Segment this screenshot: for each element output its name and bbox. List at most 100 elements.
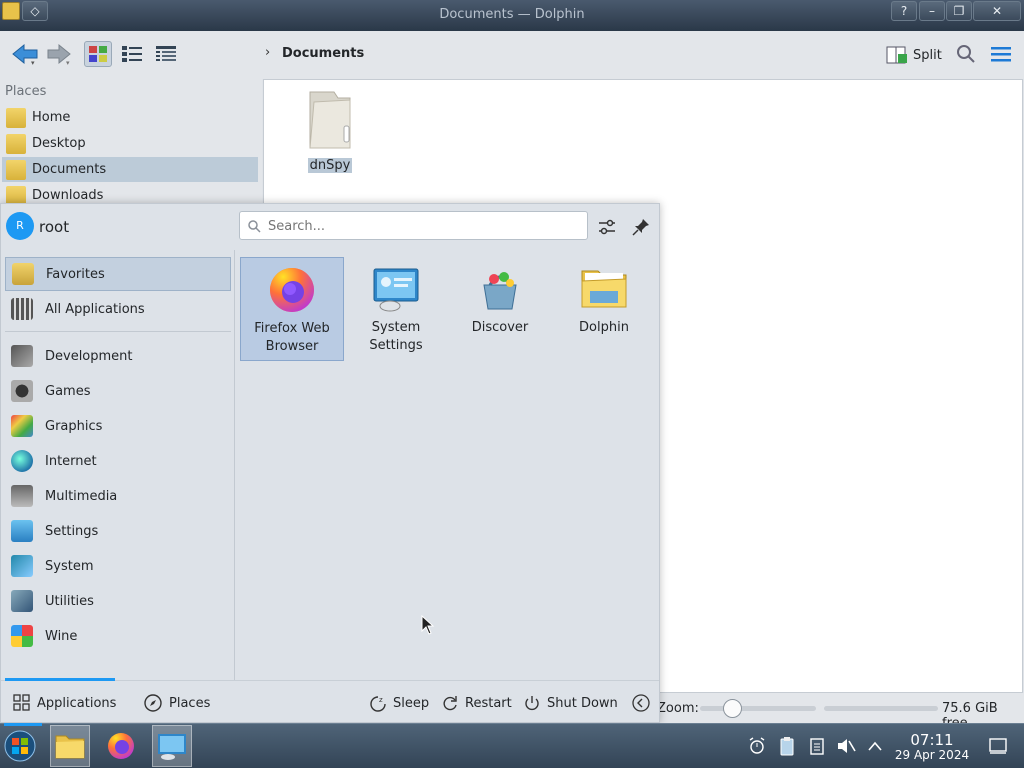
category-games[interactable]: Games bbox=[5, 374, 231, 408]
favorite-system-settings[interactable]: System Settings bbox=[344, 257, 448, 361]
compass-icon bbox=[144, 694, 162, 712]
favorite-label: System Settings bbox=[369, 320, 423, 353]
clock-date[interactable]: 29 Apr 2024 bbox=[890, 748, 974, 762]
category-multimedia[interactable]: Multimedia bbox=[5, 479, 231, 513]
category-wine[interactable]: Wine bbox=[5, 619, 231, 653]
places-item-desktop[interactable]: Desktop bbox=[2, 131, 258, 156]
tab-places[interactable]: Places bbox=[143, 691, 210, 715]
shutdown-button[interactable]: Shut Down bbox=[523, 691, 618, 715]
places-item-label: Documents bbox=[32, 162, 107, 177]
wine-icon bbox=[11, 625, 33, 647]
category-favorites[interactable]: Favorites bbox=[5, 257, 231, 291]
applications-tab-indicator bbox=[5, 678, 115, 681]
category-label: Wine bbox=[45, 628, 78, 644]
avatar[interactable]: R bbox=[6, 212, 34, 240]
icons-view-icon bbox=[89, 46, 107, 62]
breadcrumb[interactable]: Documents bbox=[282, 46, 364, 61]
category-system[interactable]: System bbox=[5, 549, 231, 583]
category-internet[interactable]: Internet bbox=[5, 444, 231, 478]
window-titlebar[interactable]: ◇ Documents — Dolphin ? – ❐ ✕ bbox=[0, 0, 1024, 31]
taskbar: 07:11 29 Apr 2024 bbox=[0, 723, 1024, 768]
sleep-icon: z bbox=[370, 696, 386, 712]
pin-button[interactable] bbox=[631, 217, 651, 241]
restart-button[interactable]: Restart bbox=[441, 691, 512, 715]
back-button[interactable] bbox=[8, 39, 42, 69]
tab-label: Places bbox=[169, 695, 211, 711]
leave-menu-button[interactable] bbox=[631, 691, 657, 715]
maximize-button[interactable]: ❐ bbox=[946, 1, 972, 21]
start-menu-button[interactable] bbox=[0, 725, 40, 767]
clipboard-icon[interactable] bbox=[777, 736, 797, 756]
hamburger-icon bbox=[991, 47, 1011, 62]
search-field[interactable] bbox=[239, 211, 588, 240]
help-button[interactable]: ? bbox=[891, 1, 917, 21]
dolphin-folder-icon bbox=[580, 265, 628, 313]
icons-view-button[interactable] bbox=[84, 41, 112, 67]
zoom-slider-handle[interactable] bbox=[723, 699, 742, 718]
sleep-label: Sleep bbox=[393, 695, 430, 711]
power-icon bbox=[525, 696, 539, 711]
category-label: Development bbox=[45, 348, 133, 364]
places-item-label: Home bbox=[32, 110, 71, 125]
split-button[interactable]: Split bbox=[886, 42, 942, 68]
user-name: root bbox=[39, 218, 70, 236]
alarm-clock-icon[interactable] bbox=[747, 736, 767, 756]
category-utilities[interactable]: Utilities bbox=[5, 584, 231, 618]
pin-icon bbox=[632, 219, 649, 236]
show-desktop-icon[interactable] bbox=[988, 736, 1008, 756]
search-icon bbox=[248, 220, 261, 233]
utilities-icon bbox=[11, 590, 33, 612]
launcher-header: R root bbox=[1, 204, 659, 250]
close-button[interactable]: ✕ bbox=[973, 1, 1021, 21]
sleep-button[interactable]: z Sleep bbox=[369, 691, 429, 715]
file-item[interactable]: dnSpy bbox=[300, 88, 360, 173]
tab-applications[interactable]: Applications bbox=[13, 691, 116, 715]
folder-icon bbox=[309, 91, 351, 149]
task-dolphin[interactable] bbox=[50, 725, 90, 767]
places-heading: Places bbox=[5, 84, 47, 99]
places-panel: Places Home Desktop Documents Downloads bbox=[0, 79, 262, 209]
minimize-button[interactable]: – bbox=[919, 1, 945, 21]
zoom-label: Zoom: bbox=[657, 701, 699, 716]
hamburger-menu-button[interactable] bbox=[990, 45, 1012, 67]
compact-view-button[interactable] bbox=[118, 41, 146, 67]
games-icon bbox=[11, 380, 33, 402]
start-orb-icon bbox=[4, 730, 36, 762]
category-sidebar: Favorites All Applications Development G… bbox=[1, 250, 235, 680]
favorite-firefox[interactable]: Firefox Web Browser bbox=[240, 257, 344, 361]
discover-icon bbox=[476, 265, 524, 313]
forward-dropdown-icon[interactable]: ▾ bbox=[66, 59, 70, 67]
search-button[interactable] bbox=[956, 44, 976, 68]
search-input[interactable] bbox=[268, 217, 578, 235]
back-dropdown-icon[interactable]: ▾ bbox=[31, 59, 35, 67]
multimedia-icon bbox=[11, 485, 33, 507]
details-view-button[interactable] bbox=[152, 41, 180, 67]
notes-icon[interactable] bbox=[807, 736, 827, 756]
free-space-bar bbox=[824, 706, 938, 711]
svg-text:z: z bbox=[379, 696, 383, 704]
show-hidden-icons-icon[interactable] bbox=[865, 736, 885, 756]
system-icon bbox=[11, 555, 33, 577]
favorite-discover[interactable]: Discover bbox=[448, 257, 552, 361]
tab-label: Applications bbox=[37, 695, 117, 711]
zoom-slider-track[interactable] bbox=[700, 706, 816, 711]
clock-time[interactable]: 07:11 bbox=[890, 732, 974, 748]
task-system-settings[interactable] bbox=[152, 725, 192, 767]
places-item-documents[interactable]: Documents bbox=[2, 157, 258, 182]
category-graphics[interactable]: Graphics bbox=[5, 409, 231, 443]
category-settings[interactable]: Settings bbox=[5, 514, 231, 548]
volume-muted-icon[interactable] bbox=[836, 736, 856, 756]
category-label: Multimedia bbox=[45, 488, 118, 504]
task-firefox[interactable] bbox=[101, 725, 141, 767]
folder-icon bbox=[55, 735, 85, 759]
category-label: Favorites bbox=[46, 266, 105, 282]
configure-button[interactable] bbox=[597, 217, 617, 241]
chevron-left-circle-icon bbox=[632, 694, 650, 712]
split-view-icon bbox=[886, 46, 907, 64]
category-development[interactable]: Development bbox=[5, 339, 231, 373]
category-all-applications[interactable]: All Applications bbox=[5, 292, 231, 326]
favorite-dolphin[interactable]: Dolphin bbox=[552, 257, 656, 361]
firefox-icon bbox=[268, 266, 316, 314]
places-item-home[interactable]: Home bbox=[2, 105, 258, 130]
places-item-label: Downloads bbox=[32, 188, 104, 203]
